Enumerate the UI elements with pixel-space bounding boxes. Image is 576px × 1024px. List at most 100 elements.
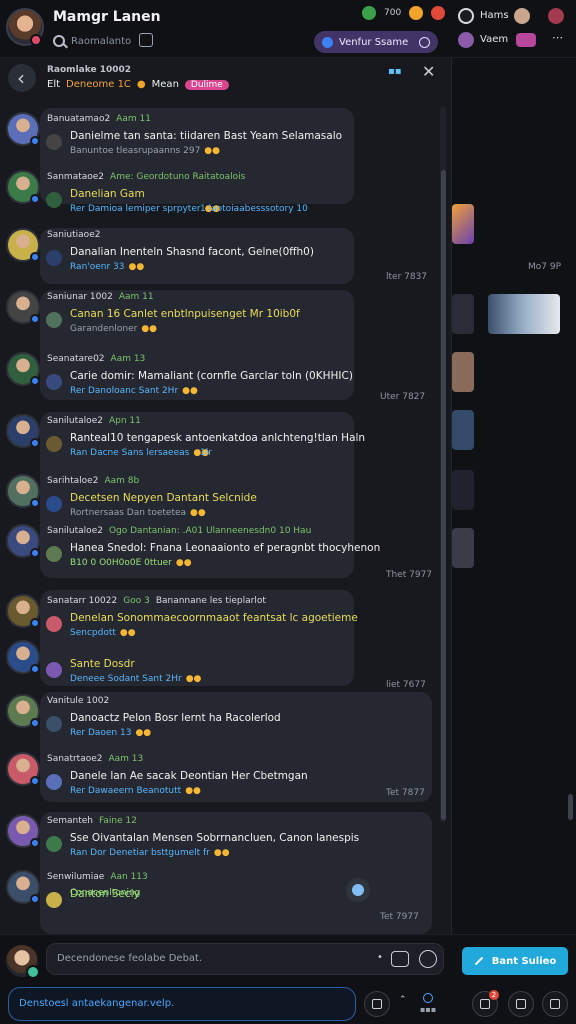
author-name[interactable]: Sanilutaloe2 [47,416,103,426]
reply-avatar[interactable] [46,374,62,390]
media-thumbnail[interactable] [452,528,474,568]
contact-avatar[interactable] [514,8,530,24]
send-button[interactable]: Bant Sulieo [462,947,568,975]
author-avatar[interactable] [6,170,40,204]
media-thumbnail[interactable] [452,204,474,244]
reply-avatar[interactable] [46,774,62,790]
reaction-icon[interactable]: ●● [214,848,230,858]
media-scrollbar[interactable] [568,794,573,820]
reaction-icon[interactable]: ●● [129,262,145,272]
author-avatar[interactable] [6,290,40,324]
message-row[interactable]: Seanatare02 Aam 13 Carie domir: Mamaliant … [0,352,440,402]
inbox-button[interactable]: 2 [472,990,499,1017]
more-options-icon[interactable]: • [377,952,383,963]
reply-avatar[interactable] [46,134,62,150]
reply-avatar[interactable] [46,836,62,852]
contact-avatar-2[interactable] [548,8,564,24]
author-name[interactable]: Sanilutaloe2 [47,526,103,536]
message-row[interactable]: Saniutiaoe2 Danalian Inenteln Shasnd faco… [0,228,440,278]
author-name[interactable]: Vanitule 1002 [47,696,109,706]
attach-button[interactable] [364,991,390,1017]
author-name[interactable]: Seanatare02 [47,354,105,364]
filter-icon[interactable] [139,33,153,47]
reply-avatar[interactable] [46,892,62,908]
author-avatar[interactable] [6,414,40,448]
author-avatar[interactable] [6,474,40,508]
timer-button[interactable] [508,991,534,1017]
reaction-icon[interactable]: ●● [141,324,157,334]
media-thumbnail[interactable] [452,410,474,450]
message-row[interactable]: Sanilutaloe2 Apn 11 Ranteal10 tengapesk an… [0,414,440,464]
author-avatar[interactable] [6,870,40,904]
author-avatar[interactable] [6,814,40,848]
message-row[interactable]: Vanitule 1002 Danoactz Pelon Bosr lernt h… [0,694,440,744]
reply-avatar[interactable] [46,250,62,266]
message-row[interactable]: Semanteh Faine 12 Sse Oivantalan Mensen So… [0,814,440,864]
author-avatar[interactable] [6,694,40,728]
moon-icon[interactable] [458,8,474,24]
reaction-icon[interactable]: ●● [204,146,220,156]
scrollbar-thumb[interactable] [441,170,446,820]
profile-button[interactable] [542,991,568,1017]
alert-icon[interactable] [431,6,446,20]
reply-avatar[interactable] [46,312,62,328]
author-avatar[interactable] [6,112,40,146]
media-thumbnail[interactable] [452,352,474,392]
author-avatar[interactable] [6,352,40,386]
message-row[interactable]: Sarihtaloe2 Aam 8b Decetsen Nepyen Dantant… [0,474,440,524]
media-thumbnail[interactable] [452,470,474,510]
message-row[interactable]: Sante Dosdr Deneee Sodant Sant 2Hr ●● [0,640,440,690]
reaction-icon[interactable]: ●● [186,674,202,684]
back-button[interactable] [8,64,36,92]
hint-box[interactable]: Denstoesl antaekangenar.velp. [8,987,356,1021]
reply-avatar[interactable] [46,662,62,678]
reply-avatar[interactable] [46,716,62,732]
author-avatar[interactable] [6,594,40,628]
author-avatar[interactable] [6,524,40,558]
author-name[interactable]: Sanmataoe2 [47,172,104,182]
workspace-avatar[interactable] [458,32,474,48]
status-pill[interactable]: Venfur Ssame [314,31,438,53]
reply-avatar[interactable] [46,616,62,632]
reply-avatar[interactable] [46,546,62,562]
my-avatar[interactable] [6,945,40,979]
message-row[interactable]: Sanatrtaoe2 Aam 13 Danele lan Ae sacak Deo… [0,752,440,802]
close-icon[interactable]: ✕ [422,62,435,81]
author-name[interactable]: Saniutiaoe2 [47,230,100,240]
scroll-to-bottom-button[interactable] [346,878,370,902]
author-avatar[interactable] [6,228,40,262]
reply-avatar[interactable] [46,496,62,512]
message-row[interactable]: Banuatamao2 Aam 11 Danielme tan santa: tii… [0,112,440,162]
more-icon[interactable]: ⋯ [552,31,563,44]
reaction-icon[interactable]: ●● [176,558,192,568]
reaction-icon[interactable]: ●● [135,728,151,738]
message-list[interactable]: Banuatamao2 Aam 11 Danielme tan santa: tii… [0,106,440,934]
mic-control[interactable]: ⌃ ▪▪▪ [396,991,446,1017]
message-row[interactable]: Sanilutaloe2 Ogo Dantanian: .A01 Ulanneen… [0,524,440,574]
author-avatar[interactable] [6,752,40,786]
reaction-icon[interactable]: ●● [190,508,206,518]
reaction-icon[interactable]: ●● [185,786,201,796]
reply-avatar[interactable] [46,436,62,452]
reaction-icon[interactable]: ●● [182,386,198,396]
media-thumbnail[interactable] [488,294,560,334]
author-name[interactable]: Senwilumiae [47,872,104,882]
media-thumbnail[interactable] [452,294,474,334]
reaction-icon[interactable]: ●● [120,628,136,638]
author-name[interactable]: Semanteh [47,816,93,826]
author-avatar[interactable] [6,640,40,674]
thread-actions-icon[interactable]: ▪▪ [388,66,402,77]
gif-icon[interactable] [391,951,409,967]
message-row[interactable]: Senwilumiae Aan 113 Danton Seciy Conacenlto… [0,870,440,920]
message-input[interactable]: Decendonese feolabe Debat. • [46,943,444,975]
message-row[interactable]: Sanmataoe2 Ame: Geordotuno Raitatoalois Da… [0,170,440,220]
thread-badge[interactable]: Dulime [184,79,229,90]
notification-icon[interactable] [409,6,424,20]
author-name[interactable]: Saniunar 1002 [47,292,113,302]
reply-avatar[interactable] [46,192,62,208]
emoji-icon[interactable] [419,950,437,968]
author-name[interactable]: Sanatarr 10022 [47,596,117,606]
message-row[interactable]: Sanatarr 10022 Goo 3 Banannane les tieplar… [0,594,440,644]
message-row[interactable]: Saniunar 1002 Aam 11 Canan 16 Canlet enbtl… [0,290,440,340]
author-name[interactable]: Sanatrtaoe2 [47,754,103,764]
